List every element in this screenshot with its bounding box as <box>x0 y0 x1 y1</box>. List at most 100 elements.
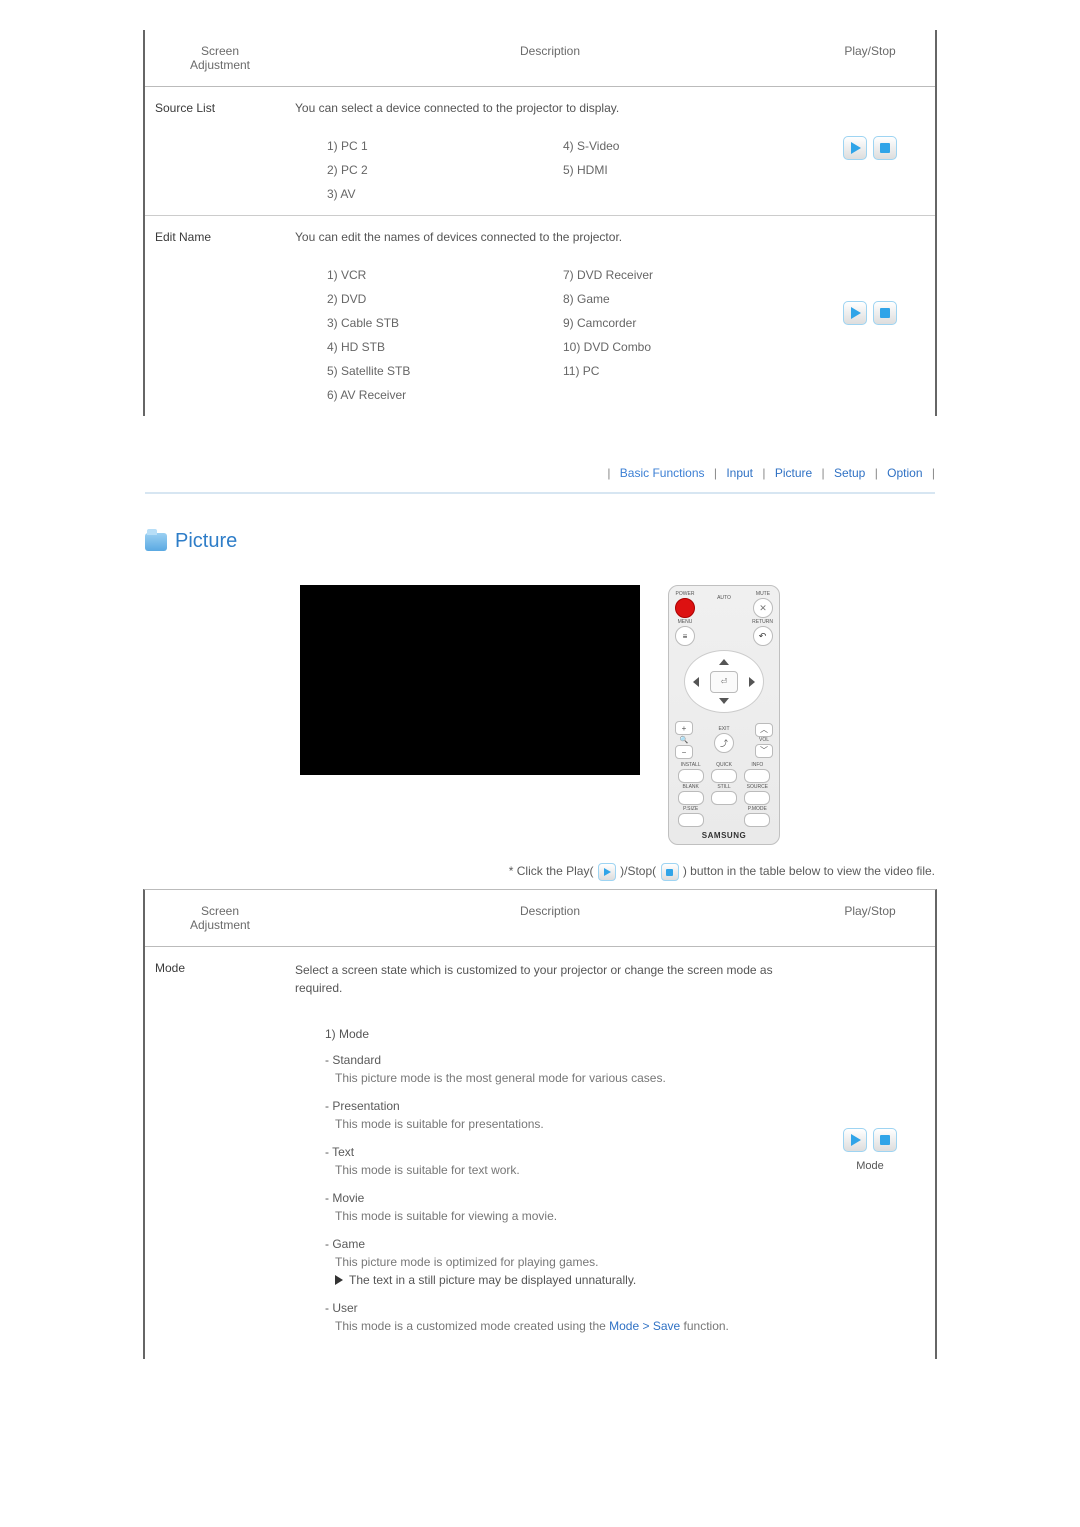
remote-label-quick: QUICK <box>716 763 732 768</box>
enter-button[interactable]: ⏎ <box>710 671 738 693</box>
exit-button[interactable]: ⤴ <box>714 733 734 753</box>
dpad-left[interactable] <box>693 677 699 687</box>
remote-label-install: INSTALL <box>681 763 701 768</box>
row-source-list: Source List You can select a device conn… <box>145 87 935 216</box>
nav-separator: | <box>607 466 610 480</box>
nav-separator: | <box>762 466 765 480</box>
list-item: 5) Satellite STB <box>327 364 559 378</box>
install-button[interactable] <box>678 769 704 783</box>
row-summary: You can select a device connected to the… <box>295 101 795 115</box>
mode-text: This mode is a customized mode created u… <box>325 1317 785 1335</box>
mode-item-text: - Text This mode is suitable for text wo… <box>325 1143 785 1179</box>
zoom-control: + 🔍 − <box>675 721 693 759</box>
list-item: 8) Game <box>563 292 795 306</box>
pmode-button[interactable] <box>744 813 770 827</box>
mode-save-link[interactable]: Mode > Save <box>609 1319 680 1333</box>
stop-icon <box>661 863 679 881</box>
nav-separator: | <box>822 466 825 480</box>
remote-control: POWER AUTO MUTE ✕ MENU ≡ RETURN <box>668 585 780 845</box>
quick-button[interactable] <box>711 769 737 783</box>
list-item: 1) PC 1 <box>327 139 559 153</box>
nav-separator: | <box>875 466 878 480</box>
zoom-plus-button[interactable]: + <box>675 721 693 735</box>
volume-control: ︿ VOL ﹀ <box>755 723 773 758</box>
mode-item-standard: - Standard This picture mode is the most… <box>325 1051 785 1087</box>
power-button[interactable] <box>675 598 695 618</box>
folder-icon <box>145 533 167 551</box>
mode-text-prefix: This mode is a customized mode created u… <box>335 1319 609 1333</box>
nav-basic-functions[interactable]: Basic Functions <box>614 466 711 480</box>
remote-brand: SAMSUNG <box>702 831 746 840</box>
nav-setup[interactable]: Setup <box>828 466 871 480</box>
vol-up-button[interactable]: ︿ <box>755 723 773 737</box>
list-item: 6) AV Receiver <box>327 388 559 402</box>
return-button[interactable]: ↶ <box>753 626 773 646</box>
play-instruction: * Click the Play( )/Stop( ) button in th… <box>145 863 935 881</box>
nav-picture[interactable]: Picture <box>769 466 818 480</box>
dpad-up[interactable] <box>719 659 729 665</box>
playstop-cell <box>805 95 935 201</box>
picture-table: Screen Adjustment Description Play/Stop … <box>143 889 937 1359</box>
nav-input[interactable]: Input <box>720 466 759 480</box>
row-label: Source List <box>145 95 295 201</box>
picture-table-header: Screen Adjustment Description Play/Stop <box>145 890 935 947</box>
playstop-caption: Mode <box>856 1160 884 1172</box>
mode-note: The text in a still picture may be displ… <box>325 1271 785 1289</box>
list-item: 3) Cable STB <box>327 316 559 330</box>
mode-name: - User <box>325 1299 785 1317</box>
list-item: 7) DVD Receiver <box>563 268 795 282</box>
list-item: 5) HDMI <box>563 163 795 177</box>
row-description: Select a screen state which is customize… <box>295 955 805 1345</box>
list-item <box>563 388 795 402</box>
remote-label-still: STILL <box>717 785 730 790</box>
source-button[interactable] <box>744 791 770 805</box>
play-icon[interactable] <box>843 1128 867 1152</box>
row-description: You can edit the names of devices connec… <box>295 224 805 402</box>
remote-label-return: RETURN <box>752 620 773 625</box>
stop-icon[interactable] <box>873 301 897 325</box>
source-list-items: 1) PC 1 4) S-Video 2) PC 2 5) HDMI 3) AV <box>295 139 795 201</box>
mode-note-text: The text in a still picture may be displ… <box>349 1271 636 1289</box>
remote-label-vol: VOL <box>759 738 769 743</box>
blank-button[interactable] <box>678 791 704 805</box>
dpad-down[interactable] <box>719 698 729 704</box>
dpad-right[interactable] <box>749 677 755 687</box>
play-icon[interactable] <box>843 301 867 325</box>
remote-label-pmode: P.MODE <box>748 807 767 812</box>
stop-icon[interactable] <box>873 136 897 160</box>
remote-label-menu: MENU <box>678 620 693 625</box>
play-icon <box>598 863 616 881</box>
row-summary: You can edit the names of devices connec… <box>295 230 795 244</box>
col-adjustment: Screen Adjustment <box>145 30 295 86</box>
remote-label-info: INFO <box>751 763 763 768</box>
input-table: Screen Adjustment Description Play/Stop … <box>143 30 937 416</box>
mode-text: This mode is suitable for viewing a movi… <box>325 1207 785 1225</box>
media-area: POWER AUTO MUTE ✕ MENU ≡ RETURN <box>145 565 935 845</box>
mode-text: This picture mode is optimized for playi… <box>325 1253 785 1271</box>
triangle-icon <box>335 1275 343 1285</box>
vol-down-button[interactable]: ﹀ <box>755 744 773 758</box>
nav-option[interactable]: Option <box>881 466 928 480</box>
row-edit-name: Edit Name You can edit the names of devi… <box>145 216 935 416</box>
psize-button[interactable] <box>678 813 704 827</box>
input-table-header: Screen Adjustment Description Play/Stop <box>145 30 935 87</box>
remote-label-mute: MUTE <box>756 592 770 597</box>
col-description: Description <box>295 30 805 86</box>
mode-name: - Movie <box>325 1189 785 1207</box>
stop-icon[interactable] <box>873 1128 897 1152</box>
list-item: 9) Camcorder <box>563 316 795 330</box>
mode-name: - Text <box>325 1143 785 1161</box>
edit-name-items: 1) VCR 7) DVD Receiver 2) DVD 8) Game 3)… <box>295 268 795 402</box>
info-button[interactable] <box>744 769 770 783</box>
still-button[interactable] <box>711 791 737 805</box>
remote-label-auto: AUTO <box>717 596 731 601</box>
list-item: 4) S-Video <box>563 139 795 153</box>
zoom-minus-button[interactable]: − <box>675 745 693 759</box>
playstop-cell: Mode <box>805 955 935 1345</box>
play-icon[interactable] <box>843 136 867 160</box>
list-item: 11) PC <box>563 364 795 378</box>
col-adjustment: Screen Adjustment <box>145 890 295 946</box>
row-summary: Select a screen state which is customize… <box>295 961 785 997</box>
menu-button[interactable]: ≡ <box>675 626 695 646</box>
mute-button[interactable]: ✕ <box>753 598 773 618</box>
